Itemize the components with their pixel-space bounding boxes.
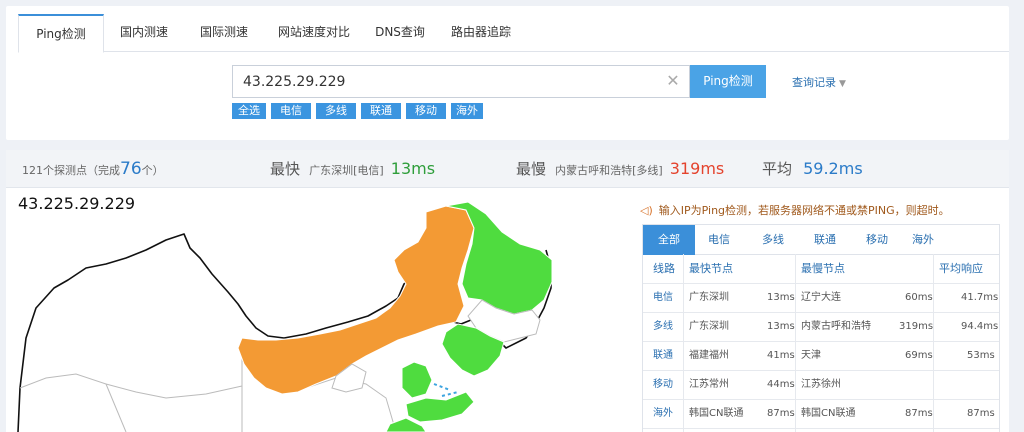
result-panel: 全部 电信 多线 联通 移动 海外 线路 最快节点 最慢节点 平均响应 电信 广… <box>642 224 1000 432</box>
average-value: 59.2ms <box>803 159 863 178</box>
ping-button[interactable]: Ping检测 <box>690 65 766 98</box>
filter-mobile[interactable]: 移动 <box>406 103 446 119</box>
filter-multiline[interactable]: 多线 <box>316 103 356 119</box>
tab-site-compare[interactable]: 网站速度对比 <box>264 14 364 52</box>
map-title: 43.225.29.229 <box>18 194 136 213</box>
filter-unicom[interactable]: 联通 <box>361 103 401 119</box>
tool-tabs: Ping检测 国内测速 国际测速 网站速度对比 DNS查询 路由器追踪 <box>18 14 1009 53</box>
fastest-value: 13ms <box>390 159 436 178</box>
slowest-stat: 最慢 内蒙古呼和浩特[多线] 319ms <box>516 159 725 178</box>
tab-traceroute[interactable]: 路由器追踪 <box>436 14 526 52</box>
result-tab-overseas[interactable]: 海外 <box>899 225 947 255</box>
probe-count: 121个探测点（完成76个） <box>22 159 164 179</box>
average-stat: 平均 59.2ms <box>762 159 863 178</box>
table-row: 海外 韩国CN联通 87ms 韩国CN联通 87ms 87ms <box>643 400 999 429</box>
caret-down-icon: ▼ <box>839 79 846 89</box>
fastest-stat: 最快 广东深圳[电信] 13ms <box>270 159 436 178</box>
result-tab-unicom[interactable]: 联通 <box>801 225 849 255</box>
table-header: 线路 最快节点 最慢节点 平均响应 <box>643 255 999 284</box>
table-row: 联通 福建福州 41ms 天津 69ms 53ms <box>643 342 999 371</box>
tab-ping[interactable]: Ping检测 <box>18 14 104 53</box>
table-row: 电信 广东深圳 13ms 辽宁大连 60ms 41.7ms <box>643 284 999 313</box>
history-label: 查询记录 <box>792 76 836 89</box>
slowest-node: 内蒙古呼和浩特[多线] <box>555 164 663 177</box>
result-tab-multiline[interactable]: 多线 <box>749 225 797 255</box>
filter-telecom[interactable]: 电信 <box>271 103 311 119</box>
result-tab-mobile[interactable]: 移动 <box>851 225 903 255</box>
notice: ◁) 输入IP为Ping检测，若服务器网络不通或禁PING，则超时。 <box>640 202 950 218</box>
china-latency-map <box>17 201 553 432</box>
tab-intl-speed[interactable]: 国际测速 <box>184 14 264 52</box>
notice-text: 输入IP为Ping检测，若服务器网络不通或禁PING，则超时。 <box>658 204 950 217</box>
filter-overseas[interactable]: 海外 <box>451 103 483 119</box>
fastest-node: 广东深圳[电信] <box>309 164 384 177</box>
speaker-icon: ◁) <box>640 204 653 217</box>
result-tab-telecom[interactable]: 电信 <box>695 225 743 255</box>
search-input[interactable] <box>233 66 653 97</box>
history-dropdown[interactable]: 查询记录 ▼ <box>792 74 846 90</box>
table-row: 多线 广东深圳 13ms 内蒙古呼和浩特 319ms 94.4ms <box>643 313 999 342</box>
stats-bar: 121个探测点（完成76个） 最快 广东深圳[电信] 13ms 最慢 内蒙古呼和… <box>6 150 1009 188</box>
close-icon[interactable]: ✕ <box>665 72 681 90</box>
filter-all[interactable]: 全选 <box>232 103 266 119</box>
main-panel: 43.225.29.229 ◁) 输入IP为Ping检测，若服务器网络不通或禁PI… <box>6 188 1009 432</box>
tab-domestic-speed[interactable]: 国内测速 <box>104 14 184 52</box>
table-row: 移动 江苏常州 44ms 江苏徐州 <box>643 371 999 400</box>
tab-dns[interactable]: DNS查询 <box>364 14 436 52</box>
result-tab-all[interactable]: 全部 <box>643 225 695 255</box>
slowest-value: 319ms <box>669 159 725 178</box>
result-tabs: 全部 电信 多线 联通 移动 海外 <box>643 225 999 255</box>
done-count: 76 <box>120 159 142 179</box>
search-box: ✕ <box>232 65 690 98</box>
